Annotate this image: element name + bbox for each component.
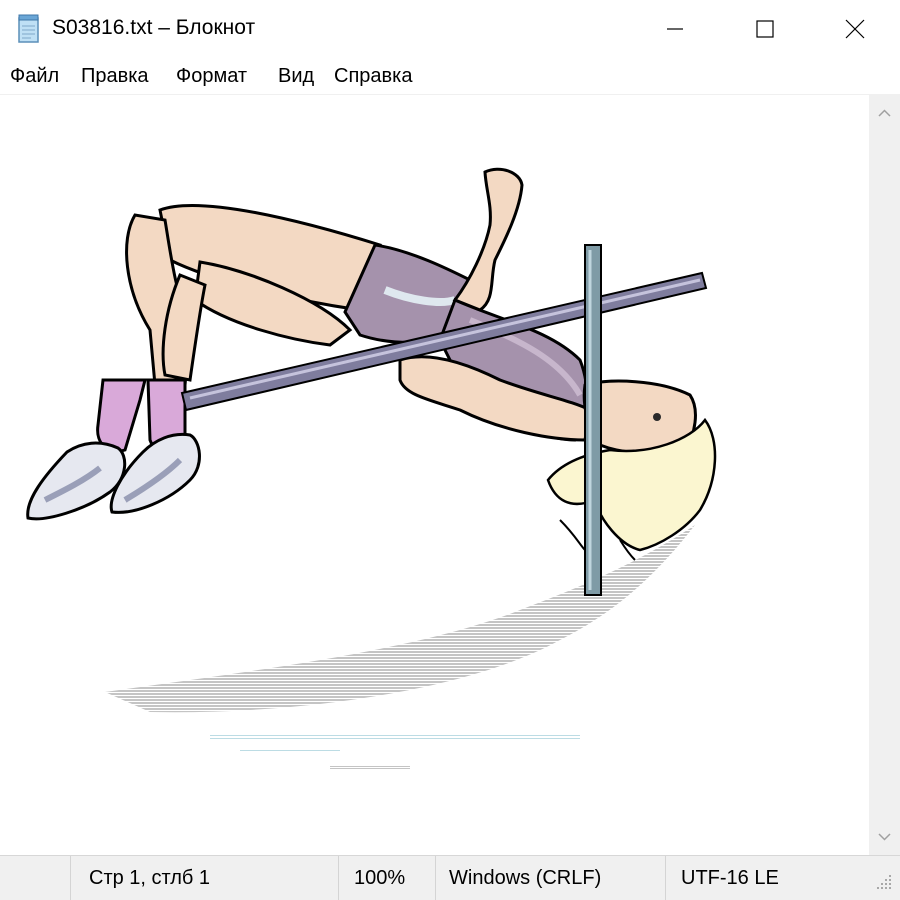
menu-view[interactable]: Вид xyxy=(277,65,315,88)
line-endings: Windows (CRLF) xyxy=(449,867,602,889)
text-editor-area[interactable] xyxy=(0,95,869,855)
minimize-icon xyxy=(667,28,683,30)
notepad-icon xyxy=(18,14,39,43)
chevron-down-icon[interactable] xyxy=(876,828,893,845)
menu-edit[interactable]: Правка xyxy=(80,65,150,88)
menu-help[interactable]: Справка xyxy=(333,65,413,88)
status-divider xyxy=(665,856,666,900)
encoding: UTF-16 LE xyxy=(681,867,779,889)
cursor-position: Стр 1, стлб 1 xyxy=(89,867,211,889)
maximize-icon xyxy=(756,20,774,38)
close-icon xyxy=(845,19,865,39)
minimize-button[interactable] xyxy=(630,0,720,58)
chevron-up-icon[interactable] xyxy=(876,105,893,122)
status-divider xyxy=(70,856,71,900)
status-divider xyxy=(435,856,436,900)
close-button[interactable] xyxy=(810,0,900,58)
jump-standard-post xyxy=(584,244,602,596)
menu-format[interactable]: Формат xyxy=(175,65,248,88)
ground-shadow xyxy=(105,525,695,769)
menu-file[interactable]: Файл xyxy=(9,65,60,88)
menu-bar: Файл Правка Формат Вид Справка xyxy=(0,60,900,94)
status-bar: Стр 1, стлб 1 100% Windows (CRLF) UTF-16… xyxy=(0,855,900,900)
status-divider xyxy=(338,856,339,900)
window-title: S03816.txt – Блокнот xyxy=(52,16,256,39)
high-jumper-illustration xyxy=(26,167,717,769)
title-bar[interactable]: S03816.txt – Блокнот xyxy=(0,0,900,58)
maximize-button[interactable] xyxy=(720,0,810,58)
vertical-scrollbar[interactable] xyxy=(869,95,900,855)
resize-grip-icon[interactable] xyxy=(872,870,894,892)
zoom-level: 100% xyxy=(354,867,406,889)
